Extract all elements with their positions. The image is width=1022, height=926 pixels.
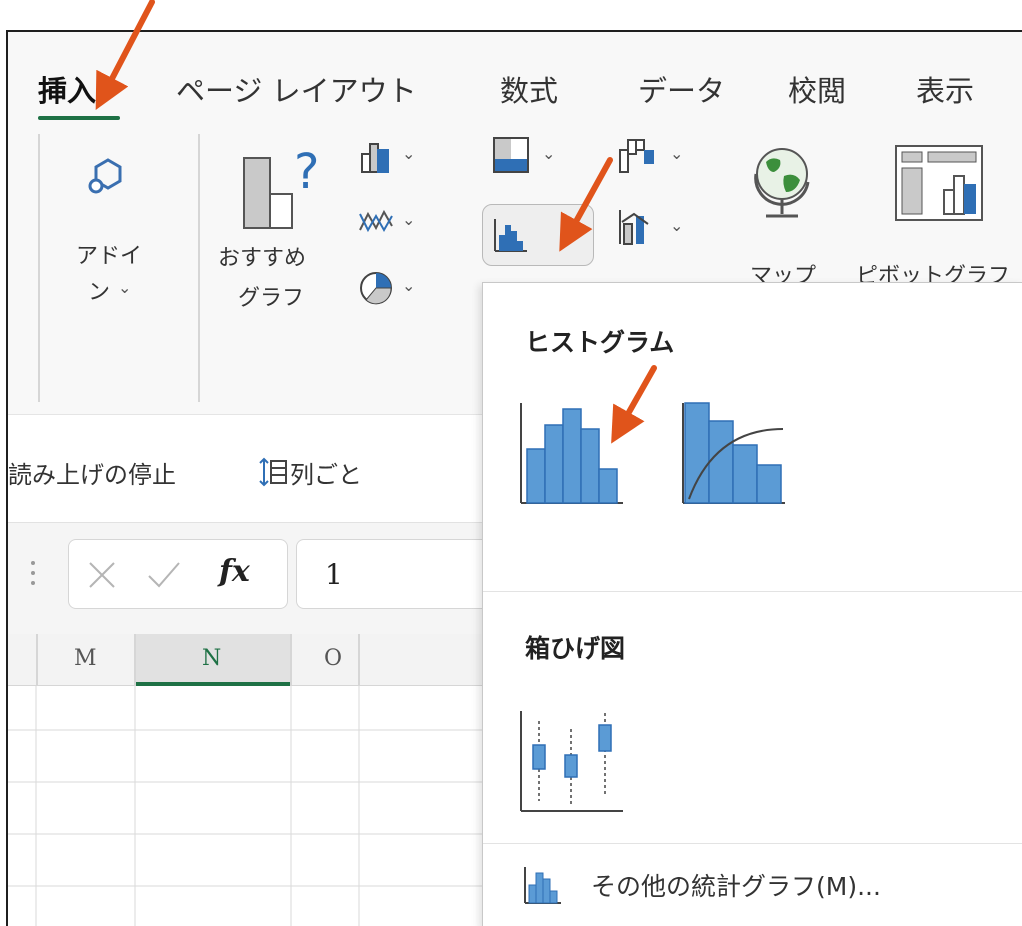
column-header-n[interactable]: N — [202, 646, 221, 671]
column-divider — [290, 634, 292, 686]
tab-review[interactable]: 校閲 — [788, 68, 846, 110]
pivot-chart-icon — [895, 145, 983, 221]
statistic-chart-icon — [494, 219, 527, 252]
box-whisker-icon — [520, 711, 623, 812]
formula-input[interactable]: 1 — [296, 539, 496, 609]
statistic-chart-dropdown: ヒストグラム 箱ひげ図 その他の統計グラフ(M)... — [482, 282, 1022, 926]
formula-buttons: fx — [68, 539, 288, 609]
box-whisker-option[interactable] — [517, 707, 627, 817]
tab-formulas[interactable]: 数式 — [500, 68, 558, 110]
chevron-down-icon: ⌄ — [118, 278, 132, 297]
addins-label-2: ン — [88, 280, 111, 305]
svg-text:?: ? — [294, 146, 319, 200]
chevron-down-icon: ⌄ — [542, 144, 556, 163]
drag-handle-icon — [31, 561, 35, 585]
recommended-charts-button[interactable]: ? おすすめ グラフ — [218, 130, 348, 350]
statistic-chart-button[interactable]: ⌄ — [482, 204, 594, 266]
by-column-label: 列ごと — [290, 461, 362, 489]
chevron-down-icon: ⌄ — [402, 210, 416, 229]
tab-page-layout[interactable]: ページ レイアウト — [176, 68, 417, 110]
histogram-option[interactable] — [517, 399, 627, 509]
histogram-section-header: ヒストグラム — [525, 328, 675, 357]
read-aloud-stop-button[interactable]: 読み上げの停止 — [8, 455, 176, 490]
section-divider — [483, 843, 1022, 844]
chevron-down-icon: ⌄ — [402, 276, 416, 295]
sort-columns-icon — [259, 457, 287, 487]
more-statistic-charts-label: その他の統計グラフ(M)... — [591, 872, 881, 901]
chevron-down-icon: ⌄ — [670, 216, 684, 235]
line-chart-button[interactable]: ⌄ — [358, 200, 428, 250]
recommended-charts-label: おすすめ — [218, 246, 307, 271]
section-divider — [483, 591, 1022, 592]
ribbon-separator — [198, 134, 200, 402]
tab-view[interactable]: 表示 — [916, 68, 974, 110]
more-statistic-charts-icon — [524, 867, 561, 904]
pareto-option[interactable] — [679, 399, 789, 509]
excel-window: 挿入 ページ レイアウト 数式 データ 校閲 表示 アドイ ン ⌄ ? おすすめ… — [6, 30, 1022, 926]
line-chart-icon — [359, 209, 393, 233]
addins-button[interactable]: アドイ ン ⌄ — [44, 124, 194, 354]
waterfall-chart-icon — [619, 139, 654, 173]
column-chart-icon — [361, 143, 389, 173]
addins-label: アドイ — [76, 244, 143, 269]
ribbon-tab-bar: 挿入 ページ レイアウト 数式 データ 校閲 表示 — [8, 32, 1022, 124]
insert-function-button[interactable]: fx — [219, 554, 250, 589]
histogram-icon — [520, 403, 623, 504]
chevron-down-icon: ⌄ — [565, 223, 579, 242]
drag-handle[interactable] — [30, 559, 36, 589]
recommended-charts-icon: ? — [243, 146, 319, 229]
column-header-o[interactable]: O — [324, 646, 342, 671]
ribbon-separator — [38, 134, 40, 402]
grid-lines — [8, 686, 488, 926]
waterfall-chart-button[interactable]: ⌄ — [618, 134, 698, 184]
addins-icon — [88, 158, 122, 194]
cell-value: 1 — [325, 558, 343, 591]
pareto-icon — [682, 402, 785, 504]
tab-insert[interactable]: 挿入 — [38, 68, 96, 110]
combo-chart-button[interactable]: ⌄ — [618, 204, 698, 254]
pie-chart-icon — [360, 272, 392, 305]
chevron-down-icon: ⌄ — [670, 144, 684, 163]
cancel-icon[interactable] — [87, 560, 117, 590]
enter-check-icon[interactable] — [147, 560, 181, 590]
hierarchy-chart-button[interactable]: ⌄ — [492, 134, 572, 184]
column-divider — [36, 634, 38, 686]
column-chart-button[interactable]: ⌄ — [358, 134, 428, 184]
boxwhisker-section-header: 箱ひげ図 — [525, 634, 626, 663]
hierarchy-chart-icon — [493, 137, 529, 173]
recommended-charts-label-2: グラフ — [238, 286, 305, 311]
chevron-down-icon: ⌄ — [402, 144, 416, 163]
pie-chart-button[interactable]: ⌄ — [358, 266, 428, 316]
more-statistic-charts-item[interactable]: その他の統計グラフ(M)... — [483, 855, 1022, 915]
tab-data[interactable]: データ — [638, 68, 725, 110]
column-header-m[interactable]: M — [74, 646, 97, 671]
combo-chart-icon — [619, 210, 649, 245]
map-globe-icon — [754, 148, 810, 218]
active-tab-indicator — [38, 116, 120, 120]
column-divider — [358, 634, 360, 686]
